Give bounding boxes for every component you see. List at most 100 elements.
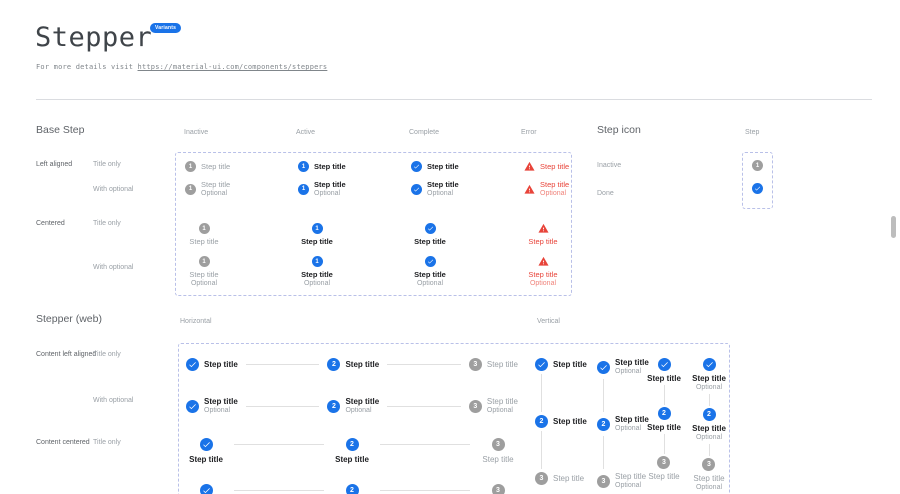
step-title: Step title [540,180,569,189]
row-variant-with-optional: With optional [93,397,133,404]
step-number-icon: 1 [312,223,323,234]
stepper-step: Step titleOptional [692,358,726,392]
step-number-icon: 1 [199,256,210,267]
warning-triangle-icon [524,161,535,172]
step-text: Step title [201,162,230,171]
stepper-connector [664,434,665,454]
base-step-complete: Step title [411,161,524,172]
step-title: Step title [414,237,446,246]
step-title: Step title [647,374,681,383]
stepper-step: 2 Step titleOptional [692,408,726,442]
step-text: Step title [314,162,346,171]
stepper-step: 2 Step title [332,438,372,464]
step-number-icon: 1 [185,184,196,195]
stepper-step: 3 Step title [478,438,518,464]
step-optional-label: Optional [204,407,238,415]
section-heading-step-icon: Step icon [597,124,641,136]
column-header-step: Step [745,129,759,136]
step-number: 1 [189,164,192,170]
stepper-connector [387,364,461,365]
step-number: 2 [662,410,666,417]
check-circle-icon [597,361,610,374]
base-step-row: 1Step titleOptional1Step titleOptionalSt… [185,180,637,198]
step-number: 3 [540,475,544,482]
step-number: 1 [302,164,305,170]
step-number: 3 [602,478,606,485]
step-title: Step title [201,162,230,171]
step-number: 1 [202,226,205,232]
stepper-step: 3Step title [535,472,587,485]
step-title: Step title [335,455,369,464]
step-text: Step title [553,360,587,369]
divider [36,99,872,100]
docs-link[interactable]: https://material-ui.com/components/stepp… [138,63,328,71]
row-label-inactive: Inactive [597,162,621,169]
base-step-row: 1Step title1Step titleStep titleStep tit… [185,223,637,246]
stepper-step: 3Step titleOptional [693,458,724,492]
stepper-step: 3Step titleOptional [597,472,649,490]
step-text: Step title [482,455,513,464]
step-title: Step title [189,455,223,464]
step-text: Step titleOptional [427,180,459,198]
warning-triangle-icon [538,223,549,234]
vertical-stepper: Step titleOptional2Step titleOptional3St… [689,358,729,492]
step-title: Step title [528,270,557,279]
step-text: Step titleOptional [692,424,726,442]
step-number-icon: 2 [658,407,671,420]
page-title: Stepper [35,22,152,53]
step-text: Step title [189,455,223,464]
step-number: 3 [662,459,666,466]
stepper-step: 3Step titleOptional [469,397,518,415]
step-number-icon: 3 [535,472,548,485]
step-text: Step title [301,237,333,246]
step-number: 3 [496,441,500,448]
step-number-icon: 1 [312,256,323,267]
step-number: 1 [315,226,318,232]
step-text: Step titleOptional [414,270,446,288]
step-number-icon: 2 [346,438,359,451]
base-step-inactive: 1Step titleOptional [185,180,298,198]
step-title: Step title [615,472,646,481]
check-circle-icon [200,484,213,494]
step-text: Step titleOptional [693,474,724,492]
row-label-content-centered: Content centered [36,439,90,446]
step-number-icon: 2 [703,408,716,421]
step-text: Step title [540,162,569,171]
step-optional-label: Optional [191,280,217,288]
step-number: 3 [473,403,477,410]
column-header-complete: Complete [409,129,439,136]
step-optional-label: Optional [304,280,330,288]
horizontal-stepper: Step title 2 Step title 3 Step title [186,438,518,464]
step-title: Step title [345,397,379,406]
step-text: Step title [647,374,681,383]
column-header-inactive: Inactive [184,129,208,136]
step-number-icon: 2 [346,484,359,494]
row-label-done: Done [597,190,614,197]
step-optional-label: Optional [427,190,459,198]
stepper-step: Step title [535,358,587,371]
stepper-step: 3Step title [648,456,679,481]
check-circle-icon [535,358,548,371]
step-text: Step titleOptional [301,270,333,288]
stepper-step: 2Step title [327,358,379,371]
stepper-connector [380,490,470,491]
step-title: Step title [314,180,346,189]
stepper-step: Step title [186,438,226,464]
scrollbar-thumb[interactable] [891,216,896,238]
stepper-connector [541,431,542,469]
step-number: 1 [302,186,305,192]
step-number-icon: 1 [185,161,196,172]
step-optional-label: Optional [417,280,443,288]
step-title: Step title [189,237,218,246]
stepper-connector [709,394,710,406]
stepper-connector [234,444,324,445]
step-text: Step titleOptional [540,180,569,198]
step-text: Step title [647,423,681,432]
check-circle-icon [425,223,436,234]
step-title: Step title [314,162,346,171]
column-header-active: Active [296,129,315,136]
stepper-web-frame: Step title 2 Step title 3 Step title Step tit… [178,343,730,494]
stepper-step: 3Step titleOptional [478,484,518,494]
warning-triangle-icon [538,256,549,267]
step-optional-label: Optional [314,190,346,198]
